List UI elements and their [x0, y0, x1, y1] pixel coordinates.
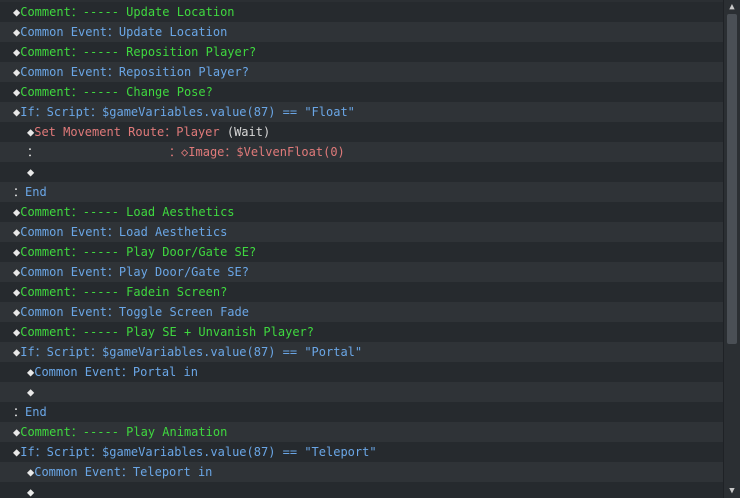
command-text: Common Event：Load Aesthetics	[20, 225, 228, 239]
command-diamond-icon: ◆	[27, 385, 35, 399]
command-text: End	[25, 185, 47, 199]
command-text: Comment：----- Play SE + Unvanish Player?	[20, 325, 314, 339]
command-row[interactable]: ：End	[0, 182, 724, 202]
command-text: Comment：----- Play Door/Gate SE?	[20, 245, 257, 259]
command-text: ：◇Image：$VelvenFloat(0)	[39, 145, 345, 159]
command-text: Common Event：Portal in	[34, 365, 198, 379]
command-row[interactable]: ◆Common Event：Portal in	[0, 362, 724, 382]
command-row[interactable]: ◆Comment：----- Load Aesthetics	[0, 202, 724, 222]
command-text: Comment：----- Change Pose?	[20, 85, 213, 99]
command-row[interactable]: ◆Common Event：Update Location	[0, 22, 724, 42]
command-row[interactable]: ◆Comment：----- Change Pose?	[0, 82, 724, 102]
command-text: (Wait)	[226, 125, 271, 139]
command-row[interactable]: ◆Set Movement Route：Player (Wait)	[0, 122, 724, 142]
event-command-list[interactable]: ◆Comment：----- Update Location ◆Common Ev…	[0, 0, 740, 498]
command-text: Comment：----- Load Aesthetics	[20, 205, 235, 219]
command-row[interactable]: ◆Common Event：Play Door/Gate SE?	[0, 262, 724, 282]
command-text: Comment：----- Update Location	[20, 5, 235, 19]
command-text: If：Script：$gameVariables.value(87) == "T…	[20, 445, 377, 459]
command-row[interactable]: ◆If：Script：$gameVariables.value(87) == "…	[0, 442, 724, 462]
continuation-marker: ：	[13, 405, 26, 419]
command-row[interactable]: ◆If：Script：$gameVariables.value(87) == "…	[0, 342, 724, 362]
command-text: Comment：----- Fadein Screen?	[20, 285, 228, 299]
command-text: End	[25, 405, 47, 419]
vertical-scrollbar[interactable]: ▲ ▼	[723, 0, 740, 498]
command-row[interactable]: ◆Common Event：Reposition Player?	[0, 62, 724, 82]
command-text: Comment：----- Play Animation	[20, 425, 228, 439]
command-text: Common Event：Update Location	[20, 25, 228, 39]
command-row[interactable]: ◆Common Event：Teleport in	[0, 462, 724, 482]
command-row[interactable]: ◆	[0, 382, 724, 402]
command-row[interactable]: ◆Comment：----- Play Door/Gate SE?	[0, 242, 724, 262]
command-row[interactable]: ◆	[0, 482, 724, 498]
command-row[interactable]: ◆Comment：----- Play SE + Unvanish Player…	[0, 322, 724, 342]
command-row[interactable]: ◆Comment：----- Play Animation	[0, 422, 724, 442]
command-row[interactable]: ◆Common Event：Toggle Screen Fade	[0, 302, 724, 322]
command-diamond-icon: ◆	[27, 485, 35, 498]
command-text: If：Script：$gameVariables.value(87) == "P…	[20, 345, 363, 359]
command-text: Common Event：Reposition Player?	[20, 65, 249, 79]
command-list: ◆Comment：----- Update Location ◆Common Ev…	[0, 2, 724, 498]
command-row[interactable]: ：End	[0, 402, 724, 422]
command-diamond-icon: ◆	[27, 165, 35, 179]
continuation-marker: ：	[13, 185, 26, 199]
command-text: Set Movement Route：Player	[34, 125, 227, 139]
scroll-down-icon[interactable]: ▼	[727, 486, 737, 496]
command-text: Common Event：Teleport in	[34, 465, 213, 479]
scroll-thumb[interactable]	[727, 14, 737, 344]
command-row[interactable]: ◆Comment：----- Fadein Screen?	[0, 282, 724, 302]
command-text: If：Script：$gameVariables.value(87) == "F…	[20, 105, 355, 119]
command-row[interactable]: ◆	[0, 162, 724, 182]
command-text: Common Event：Toggle Screen Fade	[20, 305, 249, 319]
command-row[interactable]: ◆Common Event：Load Aesthetics	[0, 222, 724, 242]
command-row[interactable]: ： ：◇Image：$VelvenFloat(0)	[0, 142, 724, 162]
command-text: Comment：----- Reposition Player?	[20, 45, 257, 59]
command-text: Common Event：Play Door/Gate SE?	[20, 265, 249, 279]
command-row[interactable]: ◆Comment：----- Update Location	[0, 2, 724, 22]
continuation-marker: ：	[27, 145, 40, 159]
command-row[interactable]: ◆If：Script：$gameVariables.value(87) == "…	[0, 102, 724, 122]
command-row[interactable]: ◆Comment：----- Reposition Player?	[0, 42, 724, 62]
scroll-up-icon[interactable]: ▲	[727, 2, 737, 12]
